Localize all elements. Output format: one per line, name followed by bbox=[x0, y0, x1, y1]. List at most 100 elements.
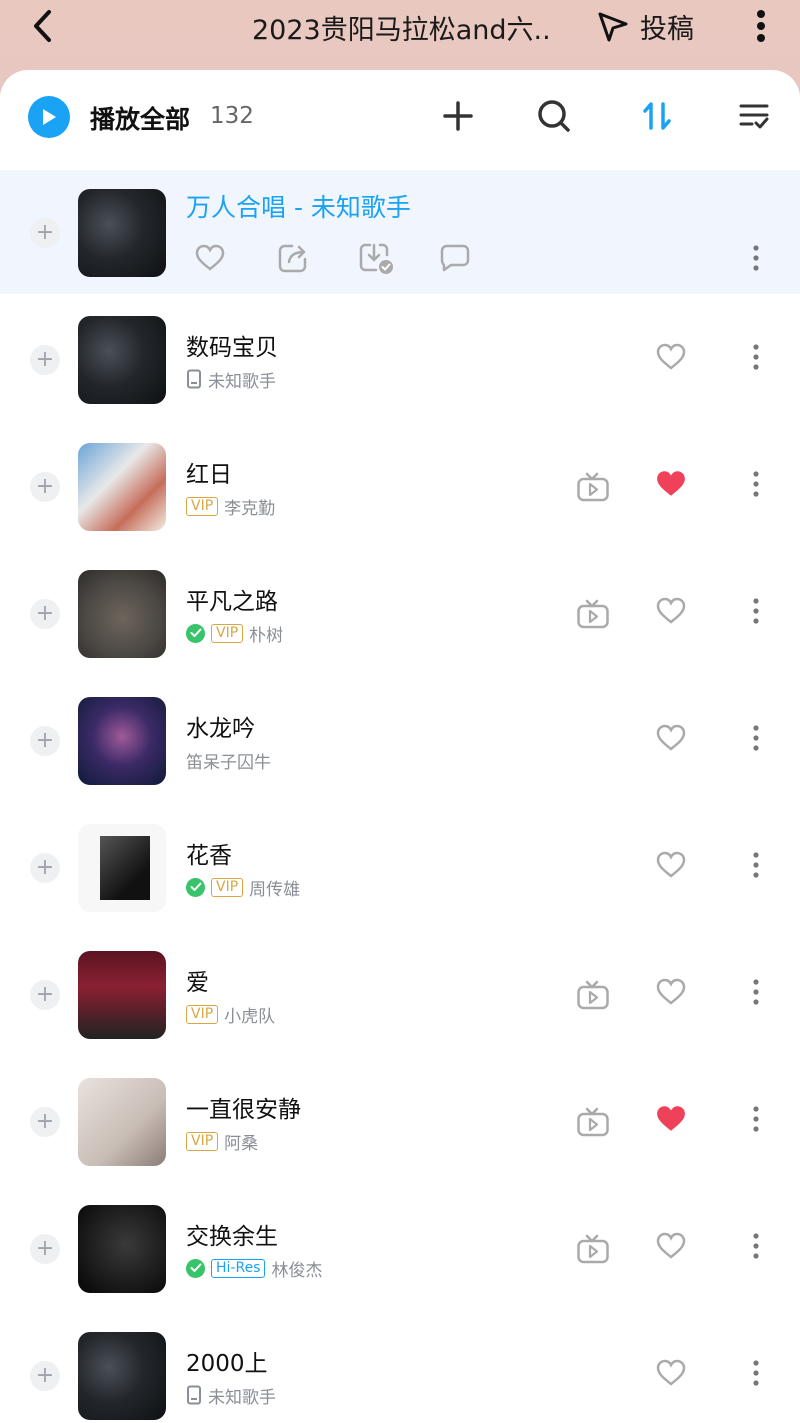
search-icon bbox=[538, 100, 570, 132]
like-button[interactable] bbox=[654, 975, 688, 1009]
more-vertical-icon bbox=[753, 1106, 759, 1132]
sort-button[interactable] bbox=[638, 94, 678, 138]
list-item[interactable]: + 水龙吟 笛呆子囚牛 bbox=[0, 675, 800, 802]
vip-badge: VIP bbox=[186, 1004, 219, 1024]
song-title[interactable]: 交换余生 bbox=[186, 1217, 278, 1251]
like-button[interactable] bbox=[654, 594, 688, 628]
add-to-playlist-button[interactable]: + bbox=[30, 345, 60, 375]
like-button[interactable] bbox=[654, 467, 688, 501]
vip-badge: VIP bbox=[211, 877, 244, 897]
artist-name: 阿桑 bbox=[224, 1133, 259, 1154]
like-button[interactable] bbox=[654, 340, 688, 374]
verified-icon bbox=[186, 623, 205, 643]
list-item[interactable]: + 交换余生 Hi-Res 林俊杰 bbox=[0, 1183, 800, 1310]
song-title[interactable]: 万人合唱 - 未知歌手 bbox=[186, 188, 411, 224]
add-to-playlist-button[interactable]: + bbox=[30, 1234, 60, 1264]
add-to-playlist-button[interactable]: + bbox=[30, 218, 60, 248]
mv-button[interactable] bbox=[576, 978, 610, 1012]
like-button[interactable] bbox=[654, 1229, 688, 1263]
add-to-playlist-button[interactable]: + bbox=[30, 980, 60, 1010]
like-button[interactable] bbox=[654, 1102, 688, 1136]
more-options-button[interactable] bbox=[746, 241, 766, 275]
multi-select-button[interactable] bbox=[734, 94, 774, 138]
more-options-button[interactable] bbox=[746, 1229, 766, 1263]
heart-outline-icon bbox=[656, 724, 686, 751]
comment-icon bbox=[440, 244, 470, 272]
song-title[interactable]: 2000上 bbox=[186, 1344, 268, 1378]
submit-button[interactable]: 投稿 bbox=[596, 6, 694, 46]
add-to-playlist-button[interactable]: + bbox=[30, 1107, 60, 1137]
song-meta: Hi-Res 林俊杰 bbox=[186, 1257, 322, 1281]
cover-image bbox=[78, 824, 166, 912]
list-item[interactable]: + 花香 VIP 周传雄 bbox=[0, 802, 800, 929]
like-button[interactable] bbox=[192, 240, 228, 276]
mv-button[interactable] bbox=[576, 1105, 610, 1139]
tv-play-icon bbox=[577, 980, 609, 1010]
vip-badge: VIP bbox=[211, 623, 244, 643]
add-songs-button[interactable] bbox=[438, 94, 478, 138]
heart-outline-icon bbox=[656, 1359, 686, 1386]
list-item[interactable]: + 2000上 未知歌手 bbox=[0, 1310, 800, 1423]
plus-icon: + bbox=[35, 982, 55, 1007]
mv-button[interactable] bbox=[576, 1232, 610, 1266]
add-to-playlist-button[interactable]: + bbox=[30, 472, 60, 502]
more-options-button[interactable] bbox=[746, 721, 766, 755]
mv-button[interactable] bbox=[576, 597, 610, 631]
song-title[interactable]: 数码宝贝 bbox=[186, 328, 278, 362]
cover-image bbox=[78, 951, 166, 1039]
mv-button[interactable] bbox=[576, 470, 610, 504]
download-button[interactable] bbox=[358, 240, 394, 276]
song-title[interactable]: 爱 bbox=[186, 963, 209, 997]
add-to-playlist-button[interactable]: + bbox=[30, 726, 60, 756]
cover-image bbox=[78, 189, 166, 277]
back-button[interactable] bbox=[22, 6, 62, 46]
cover-image bbox=[78, 697, 166, 785]
more-options-button[interactable] bbox=[746, 340, 766, 374]
add-to-playlist-button[interactable]: + bbox=[30, 1361, 60, 1391]
tv-play-icon bbox=[577, 1107, 609, 1137]
more-options-button[interactable] bbox=[746, 1102, 766, 1136]
play-all-button[interactable] bbox=[28, 96, 70, 138]
song-title[interactable]: 花香 bbox=[186, 836, 232, 870]
song-meta: VIP 李克勤 bbox=[186, 495, 275, 519]
list-item[interactable]: + 平凡之路 VIP 朴树 bbox=[0, 548, 800, 675]
heart-outline-icon bbox=[656, 597, 686, 624]
verified-icon bbox=[186, 1258, 205, 1278]
more-options-button[interactable] bbox=[746, 467, 766, 501]
list-item-now-playing[interactable]: + 万人合唱 - 未知歌手 bbox=[0, 170, 800, 294]
cover-image bbox=[78, 570, 166, 658]
like-button[interactable] bbox=[654, 1356, 688, 1390]
list-item[interactable]: + 一直很安静 VIP 阿桑 bbox=[0, 1056, 800, 1183]
list-item[interactable]: + 红日 VIP 李克勤 bbox=[0, 421, 800, 548]
more-options-button[interactable] bbox=[746, 975, 766, 1009]
more-options-button[interactable] bbox=[746, 1356, 766, 1390]
plus-icon: + bbox=[35, 347, 55, 372]
more-options-button[interactable] bbox=[746, 594, 766, 628]
add-to-playlist-button[interactable]: + bbox=[30, 599, 60, 629]
list-item[interactable]: + 数码宝贝 未知歌手 bbox=[0, 294, 800, 421]
add-to-playlist-button[interactable]: + bbox=[30, 853, 60, 883]
artist-name: 周传雄 bbox=[249, 879, 301, 900]
search-button[interactable] bbox=[534, 94, 574, 138]
heart-outline-icon bbox=[656, 851, 686, 878]
play-all-label[interactable]: 播放全部 bbox=[90, 100, 190, 136]
song-title[interactable]: 红日 bbox=[186, 455, 232, 489]
artist-name: 未知歌手 bbox=[208, 1387, 276, 1408]
like-button[interactable] bbox=[654, 848, 688, 882]
song-title[interactable]: 一直很安静 bbox=[186, 1090, 301, 1124]
comment-button[interactable] bbox=[437, 240, 473, 276]
plus-icon: + bbox=[35, 601, 55, 626]
share-button[interactable] bbox=[275, 240, 311, 276]
song-title[interactable]: 平凡之路 bbox=[186, 582, 278, 616]
song-title[interactable]: 水龙吟 bbox=[186, 709, 255, 743]
hires-badge: Hi-Res bbox=[211, 1258, 266, 1278]
like-button[interactable] bbox=[654, 721, 688, 755]
list-item[interactable]: + 爱 VIP 小虎队 bbox=[0, 929, 800, 1056]
heart-filled-icon bbox=[657, 1106, 685, 1131]
song-meta: VIP 朴树 bbox=[186, 622, 283, 646]
list-header: 播放全部 132 bbox=[0, 70, 800, 170]
plus-icon: + bbox=[35, 855, 55, 880]
more-options-button[interactable] bbox=[746, 848, 766, 882]
song-meta: VIP 阿桑 bbox=[186, 1130, 259, 1154]
more-options-button[interactable] bbox=[748, 6, 774, 46]
